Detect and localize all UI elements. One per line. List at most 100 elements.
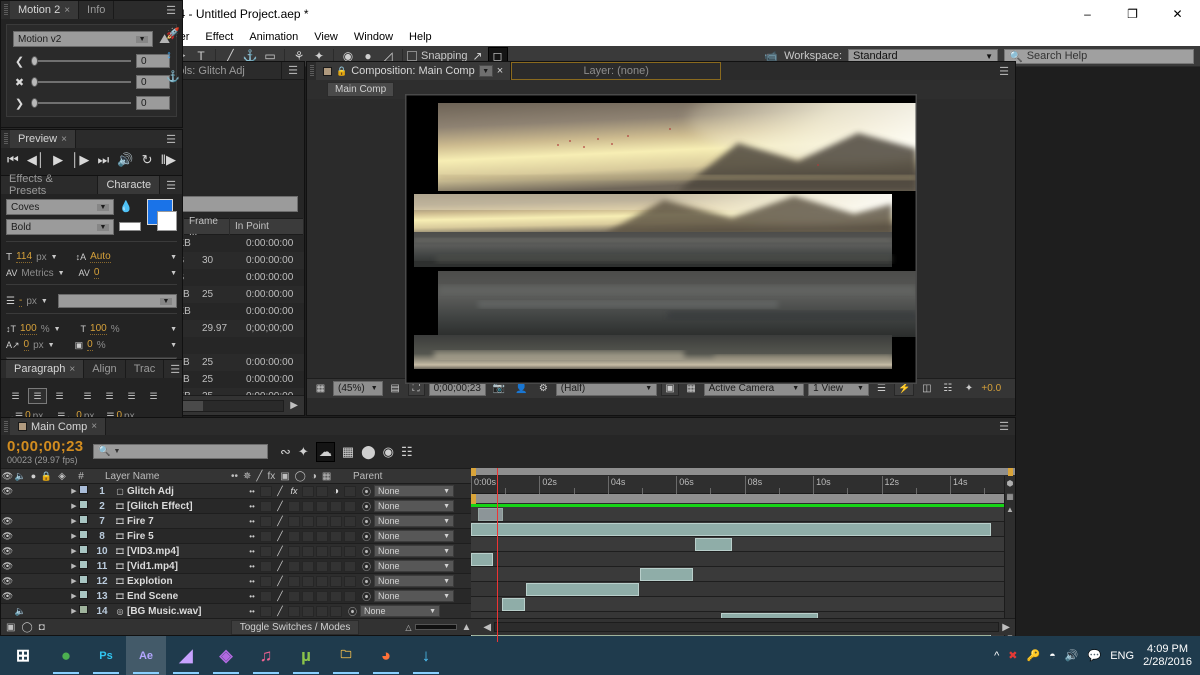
timeline-zoom-slider[interactable] bbox=[415, 624, 457, 630]
layer-label-color-icon[interactable] bbox=[79, 500, 88, 509]
shy-cell[interactable] bbox=[260, 516, 272, 527]
current-time-indicator[interactable] bbox=[497, 468, 498, 642]
motion-slider-1[interactable]: ❮0 bbox=[13, 54, 170, 68]
channel-rgb-icon[interactable]: ⚙ bbox=[535, 381, 552, 396]
effects-cell[interactable] bbox=[288, 591, 300, 602]
taskbar-after-effects[interactable]: Ae bbox=[126, 636, 166, 675]
effects-cell[interactable] bbox=[288, 576, 300, 587]
layer-label-color-icon[interactable] bbox=[79, 545, 88, 554]
kerning-value[interactable]: Metrics bbox=[21, 268, 53, 279]
motion-panel-menu-icon[interactable]: ☰ bbox=[160, 1, 182, 19]
quality-icon[interactable]: ╱ bbox=[273, 591, 287, 602]
volume-icon[interactable]: 🔊 bbox=[1065, 649, 1079, 662]
layer-clip-bar[interactable] bbox=[478, 508, 504, 521]
motion-switch-icon[interactable]: •• bbox=[245, 547, 259, 556]
layer-label-color-icon[interactable] bbox=[79, 530, 88, 539]
composition-viewer[interactable] bbox=[307, 99, 1015, 378]
adjustment-cell[interactable] bbox=[330, 546, 342, 557]
adjustment-cell[interactable] bbox=[330, 516, 342, 527]
view-layout-select[interactable]: 1 View ▼ bbox=[808, 381, 869, 396]
tab-preview[interactable]: Preview × bbox=[10, 130, 76, 148]
taskbar-chrome[interactable]: ● bbox=[46, 636, 86, 675]
layer-clip-bar[interactable] bbox=[526, 583, 639, 596]
layer-name[interactable]: Explotion bbox=[127, 576, 245, 587]
video-switch[interactable]: 👁 bbox=[1, 531, 14, 542]
work-area-duration-bar[interactable] bbox=[471, 494, 1015, 504]
close-icon[interactable]: × bbox=[497, 65, 503, 77]
justify-last-left-icon[interactable]: ☰ bbox=[78, 388, 97, 404]
paragraph-panel-menu-icon[interactable]: ☰ bbox=[164, 360, 186, 378]
language-indicator[interactable]: ENG bbox=[1110, 650, 1134, 662]
chevron-down-icon[interactable]: ▼ bbox=[41, 298, 48, 305]
adjustment-cell[interactable] bbox=[330, 606, 342, 617]
tab-layer-none[interactable]: Layer: (none) bbox=[511, 62, 721, 80]
composition-canvas[interactable] bbox=[406, 95, 916, 383]
layer-row[interactable]: 👁▶10🎞[VID3.mp4]••╱⦿None▼ bbox=[1, 544, 471, 559]
taskbar-itunes[interactable]: ♫ bbox=[246, 636, 286, 675]
motion-slider-value-3[interactable]: 0 bbox=[136, 96, 170, 110]
motion-switch-icon[interactable]: •• bbox=[245, 487, 259, 496]
layer-clip-bar[interactable] bbox=[471, 553, 493, 566]
motion-slider-track-2[interactable] bbox=[31, 81, 131, 83]
timeline-track[interactable] bbox=[471, 537, 1015, 552]
effects-cell[interactable] bbox=[288, 531, 300, 542]
chevron-down-icon[interactable]: ▼ bbox=[51, 254, 58, 261]
anchor-icon[interactable]: ⚓ bbox=[166, 70, 180, 83]
layer-name[interactable]: End Scene bbox=[127, 591, 245, 602]
layer-disclosure-icon[interactable]: ▶ bbox=[69, 577, 79, 585]
menu-item-animation[interactable]: Animation bbox=[241, 28, 306, 46]
parent-select[interactable]: None▼ bbox=[360, 605, 440, 617]
updown-arrow-icon[interactable]: ↕ bbox=[166, 49, 180, 61]
layer-disclosure-icon[interactable]: ▶ bbox=[69, 517, 79, 525]
preview-panel-menu-icon[interactable]: ☰ bbox=[160, 130, 182, 148]
timeline-track[interactable] bbox=[471, 507, 1015, 522]
fast-previews-icon[interactable]: ⚡ bbox=[894, 381, 914, 396]
motion-switch-icon[interactable]: •• bbox=[245, 577, 259, 586]
graph-editor-icon[interactable]: ▦ bbox=[342, 444, 354, 460]
scroll-right-icon[interactable]: ▶ bbox=[290, 400, 298, 411]
stroke-color-swatch[interactable] bbox=[157, 211, 177, 231]
menu-item-effect[interactable]: Effect bbox=[197, 28, 241, 46]
snapshot-icon[interactable]: 📷 bbox=[490, 381, 508, 396]
comp-flowchart-icon[interactable]: ☷ bbox=[939, 381, 956, 396]
tab-composition-main-comp[interactable]: 🔒 Composition: Main Comp ▼ × bbox=[316, 62, 511, 80]
chevron-down-icon[interactable]: ▼ bbox=[170, 254, 177, 261]
parent-pickwhip-icon[interactable]: ⦿ bbox=[362, 560, 371, 573]
effects-icon[interactable]: fx bbox=[287, 486, 301, 496]
parent-select[interactable]: None▼ bbox=[374, 515, 454, 527]
effects-cell[interactable] bbox=[288, 516, 300, 527]
motion-blur-cell[interactable] bbox=[316, 606, 328, 617]
timeline-track[interactable] bbox=[471, 552, 1015, 567]
brainstorm-icon[interactable]: ⬤ bbox=[361, 444, 376, 460]
frame-blend-global-icon[interactable]: ▣ bbox=[6, 622, 15, 633]
layer-disclosure-icon[interactable]: ▶ bbox=[69, 487, 79, 495]
motion-switch-icon[interactable]: •• bbox=[245, 562, 259, 571]
motion-slider-value-1[interactable]: 0 bbox=[136, 54, 170, 68]
align-right-icon[interactable]: ☰ bbox=[50, 388, 69, 404]
motion-switch-icon[interactable]: •• bbox=[245, 592, 259, 601]
layer-label-color-icon[interactable] bbox=[79, 575, 88, 584]
3d-layer-cell[interactable] bbox=[344, 561, 356, 572]
motion-blur-global-icon[interactable]: ◯ bbox=[21, 622, 32, 633]
layer-name[interactable]: [Glitch Effect] bbox=[127, 501, 245, 512]
parent-pickwhip-icon[interactable]: ⦿ bbox=[362, 485, 371, 498]
layer-disclosure-icon[interactable]: ▶ bbox=[69, 607, 79, 615]
frame-blend-cell[interactable] bbox=[302, 486, 314, 497]
camera-select[interactable]: Active Camera ▼ bbox=[704, 381, 805, 396]
lock-icon[interactable]: 🔒 bbox=[336, 66, 347, 77]
work-area-start-handle[interactable] bbox=[471, 468, 476, 476]
layer-label-color-icon[interactable] bbox=[79, 590, 88, 599]
layer-row[interactable]: 👁▶1▢Glitch Adj••╱fx◑⦿None▼ bbox=[1, 484, 471, 499]
black-white-swatch[interactable] bbox=[119, 222, 141, 231]
vertical-scale-value[interactable]: 100 bbox=[20, 323, 37, 335]
play-icon[interactable]: ▶ bbox=[53, 152, 63, 168]
chevron-down-icon[interactable]: ▼ bbox=[170, 326, 177, 333]
scroll-left-icon[interactable]: ◀ bbox=[483, 622, 491, 633]
search-help-input[interactable]: 🔍 Search Help bbox=[1004, 49, 1194, 64]
quality-icon[interactable]: ╱ bbox=[273, 516, 287, 527]
live-update-icon[interactable]: ∾ bbox=[280, 444, 291, 460]
video-switch[interactable]: 👁 bbox=[1, 591, 14, 602]
effects-cell[interactable] bbox=[288, 501, 300, 512]
layer-disclosure-icon[interactable]: ▶ bbox=[69, 532, 79, 540]
pixel-aspect-icon[interactable]: ☰ bbox=[873, 381, 890, 396]
